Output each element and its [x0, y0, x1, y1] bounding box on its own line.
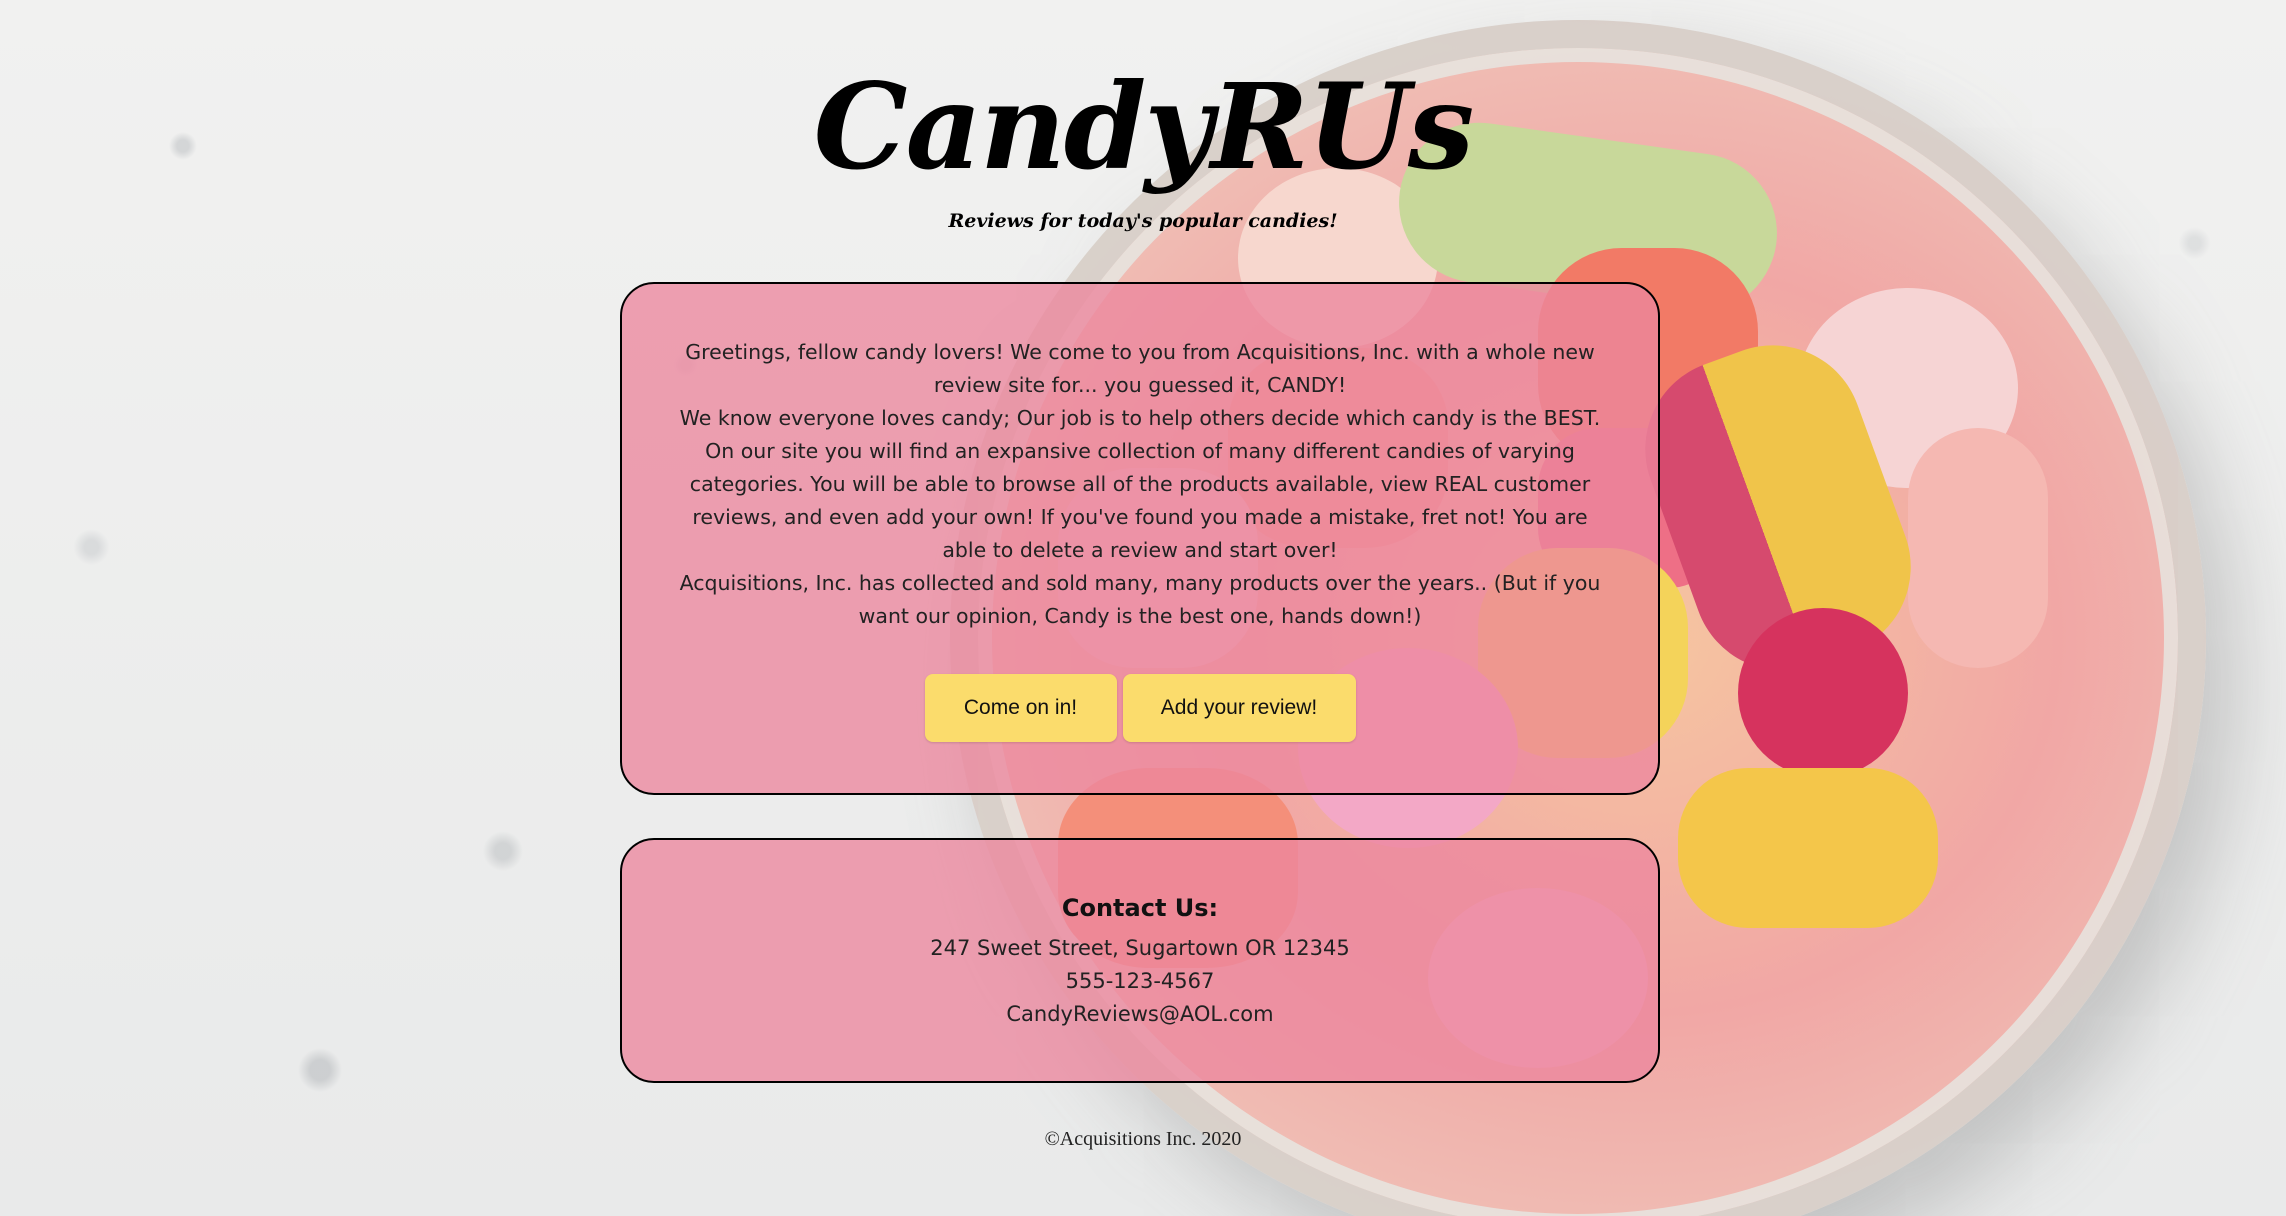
footer-copyright: ©Acquisitions Inc. 2020 — [1044, 1128, 1242, 1150]
contact-card: Contact Us: 247 Sweet Street, Sugartown … — [620, 838, 1660, 1083]
intro-text: Greetings, fellow candy lovers! We come … — [677, 336, 1603, 633]
intro-paragraph: Acquisitions, Inc. has collected and sol… — [679, 571, 1601, 628]
contact-phone: 555-123-4567 — [1065, 969, 1215, 993]
page-layout: CandyRUs Reviews for today's popular can… — [0, 0, 2286, 1216]
contact-heading: Contact Us: — [1061, 894, 1219, 922]
site-title: CandyRUs — [813, 57, 1475, 196]
intro-paragraph: We know everyone loves candy; Our job is… — [679, 406, 1601, 562]
intro-paragraph: Greetings, fellow candy lovers! We come … — [685, 340, 1595, 397]
contact-address: 247 Sweet Street, Sugartown OR 12345 — [930, 936, 1350, 960]
button-row: Come on in! Add your review! — [622, 674, 1658, 742]
come-on-in-button[interactable]: Come on in! — [924, 674, 1117, 742]
contact-email: CandyReviews@AOL.com — [1006, 1002, 1274, 1026]
add-review-button[interactable]: Add your review! — [1122, 674, 1356, 742]
intro-card: Greetings, fellow candy lovers! We come … — [620, 282, 1660, 795]
site-subtitle: Reviews for today's popular candies! — [948, 210, 1338, 232]
contact-details: 247 Sweet Street, Sugartown OR 12345 555… — [622, 932, 1658, 1031]
